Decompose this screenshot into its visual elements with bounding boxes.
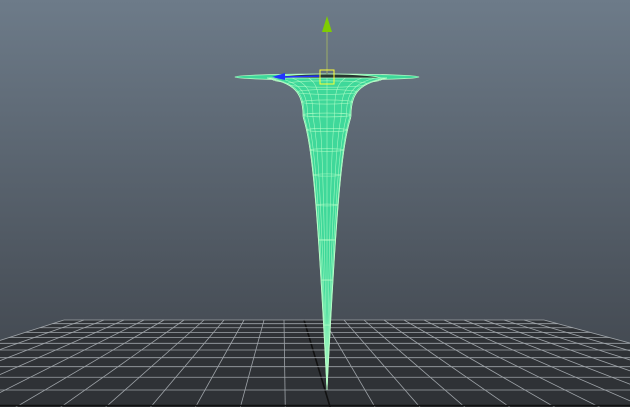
ground-grid [0,319,630,407]
viewport-canvas[interactable] [0,0,630,407]
3d-viewport[interactable] [0,0,630,407]
x-axis-handle [284,75,321,78]
